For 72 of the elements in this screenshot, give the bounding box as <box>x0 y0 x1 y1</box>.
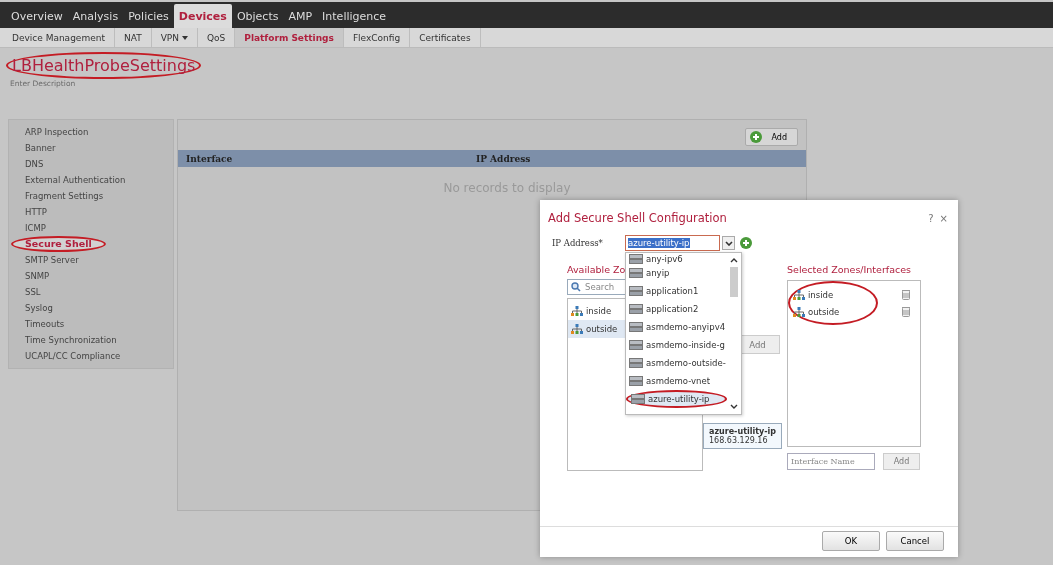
network-object-icon <box>629 304 643 314</box>
policy-name[interactable]: LBHealthProbeSettings <box>6 52 202 79</box>
dropdown-option[interactable]: any-ipv6 <box>626 253 727 264</box>
network-zone-icon <box>571 324 583 334</box>
ip-address-field[interactable]: azure-utility-ip <box>625 235 720 251</box>
plus-icon <box>749 131 762 143</box>
network-object-icon <box>629 286 643 296</box>
nav-tab[interactable]: Policies <box>123 4 174 28</box>
chevron-down-icon <box>730 404 738 409</box>
network-zone-icon <box>571 306 583 316</box>
network-object-icon <box>629 322 643 332</box>
tooltip-address: 168.63.129.16 <box>709 436 768 445</box>
dropdown-option[interactable]: asmdemo-vnet <box>626 372 727 390</box>
close-button[interactable]: × <box>937 211 950 225</box>
field-label: IP Address* <box>552 238 604 248</box>
chevron-up-icon <box>730 258 738 263</box>
sidebar-item[interactable]: SSL <box>9 284 173 300</box>
sidebar-item[interactable]: UCAPL/CC Compliance <box>9 348 173 364</box>
dropdown-option[interactable]: azure-utility-ip <box>626 390 727 408</box>
nav-tab[interactable]: AMP <box>283 4 318 28</box>
sidebar-item[interactable]: Time Synchronization <box>9 332 173 348</box>
nav-tab[interactable]: Devices <box>173 4 232 28</box>
cancel-button[interactable]: Cancel <box>886 531 944 551</box>
nav-tab[interactable]: Analysis <box>67 4 124 28</box>
chevron-down-icon <box>724 240 733 246</box>
sidebar-item[interactable]: Secure Shell <box>11 236 106 252</box>
help-button[interactable]: ? <box>926 211 936 225</box>
sidebar-item[interactable]: Fragment Settings <box>9 188 173 204</box>
sidebar-item[interactable]: Syslog <box>9 300 173 316</box>
sidebar-item[interactable]: DNS <box>9 156 173 172</box>
nav-tab[interactable]: Objects <box>231 4 284 28</box>
sidebar-item[interactable]: SNMP <box>9 268 173 284</box>
dropdown-option[interactable]: application2 <box>626 300 727 318</box>
zone-item[interactable]: inside <box>790 286 910 303</box>
ok-button[interactable]: OK <box>822 531 880 551</box>
dropdown-option[interactable]: asmdemo-inside-g <box>626 336 727 354</box>
sidebar-item[interactable]: ARP Inspection <box>9 124 173 140</box>
network-object-icon <box>629 358 643 368</box>
dialog-title: Add Secure Shell Configuration <box>548 211 727 225</box>
search-icon <box>571 282 581 292</box>
network-object-icon <box>629 376 643 386</box>
sidebar-item[interactable]: Banner <box>9 140 173 156</box>
sidebar-item[interactable]: SMTP Server <box>9 252 173 268</box>
field-value: azure-utility-ip <box>628 238 690 248</box>
sidebar-item[interactable]: Timeouts <box>9 316 173 332</box>
scroll-thumb[interactable] <box>730 267 738 297</box>
network-object-icon <box>629 268 643 278</box>
nav-tab[interactable]: Intelligence <box>317 4 392 28</box>
trash-icon[interactable] <box>902 289 910 300</box>
network-object-icon <box>629 340 643 350</box>
available-zones-heading: Available Zo <box>567 264 626 275</box>
sidebar-item[interactable]: HTTP <box>9 204 173 220</box>
dropdown-option[interactable]: anyip <box>626 264 727 282</box>
zone-item[interactable]: outside <box>790 303 910 320</box>
nav-tab[interactable]: Overview <box>6 4 68 28</box>
sidebar-item[interactable]: ICMP <box>9 220 173 236</box>
interface-name-field[interactable]: Interface Name <box>787 453 875 470</box>
dropdown-button[interactable] <box>722 236 735 250</box>
network-zone-icon <box>793 306 805 317</box>
network-zone-icon <box>793 289 805 300</box>
network-object-icon <box>631 394 645 404</box>
add-icon[interactable] <box>740 237 752 249</box>
placeholder-text: Search <box>585 282 615 292</box>
column-header: IP Address <box>476 153 531 164</box>
sidebar-item[interactable]: External Authentication <box>9 172 173 188</box>
column-header: Interface <box>185 153 234 164</box>
selected-zones-heading: Selected Zones/Interfaces <box>787 264 913 277</box>
sub-tab[interactable]: Platform Settings <box>235 28 344 47</box>
tooltip-title: azure-utility-ip <box>709 427 776 436</box>
dropdown-option[interactable]: asmdemo-outside- <box>626 354 727 372</box>
add-button[interactable]: Add <box>744 128 798 146</box>
trash-icon[interactable] <box>902 306 910 317</box>
